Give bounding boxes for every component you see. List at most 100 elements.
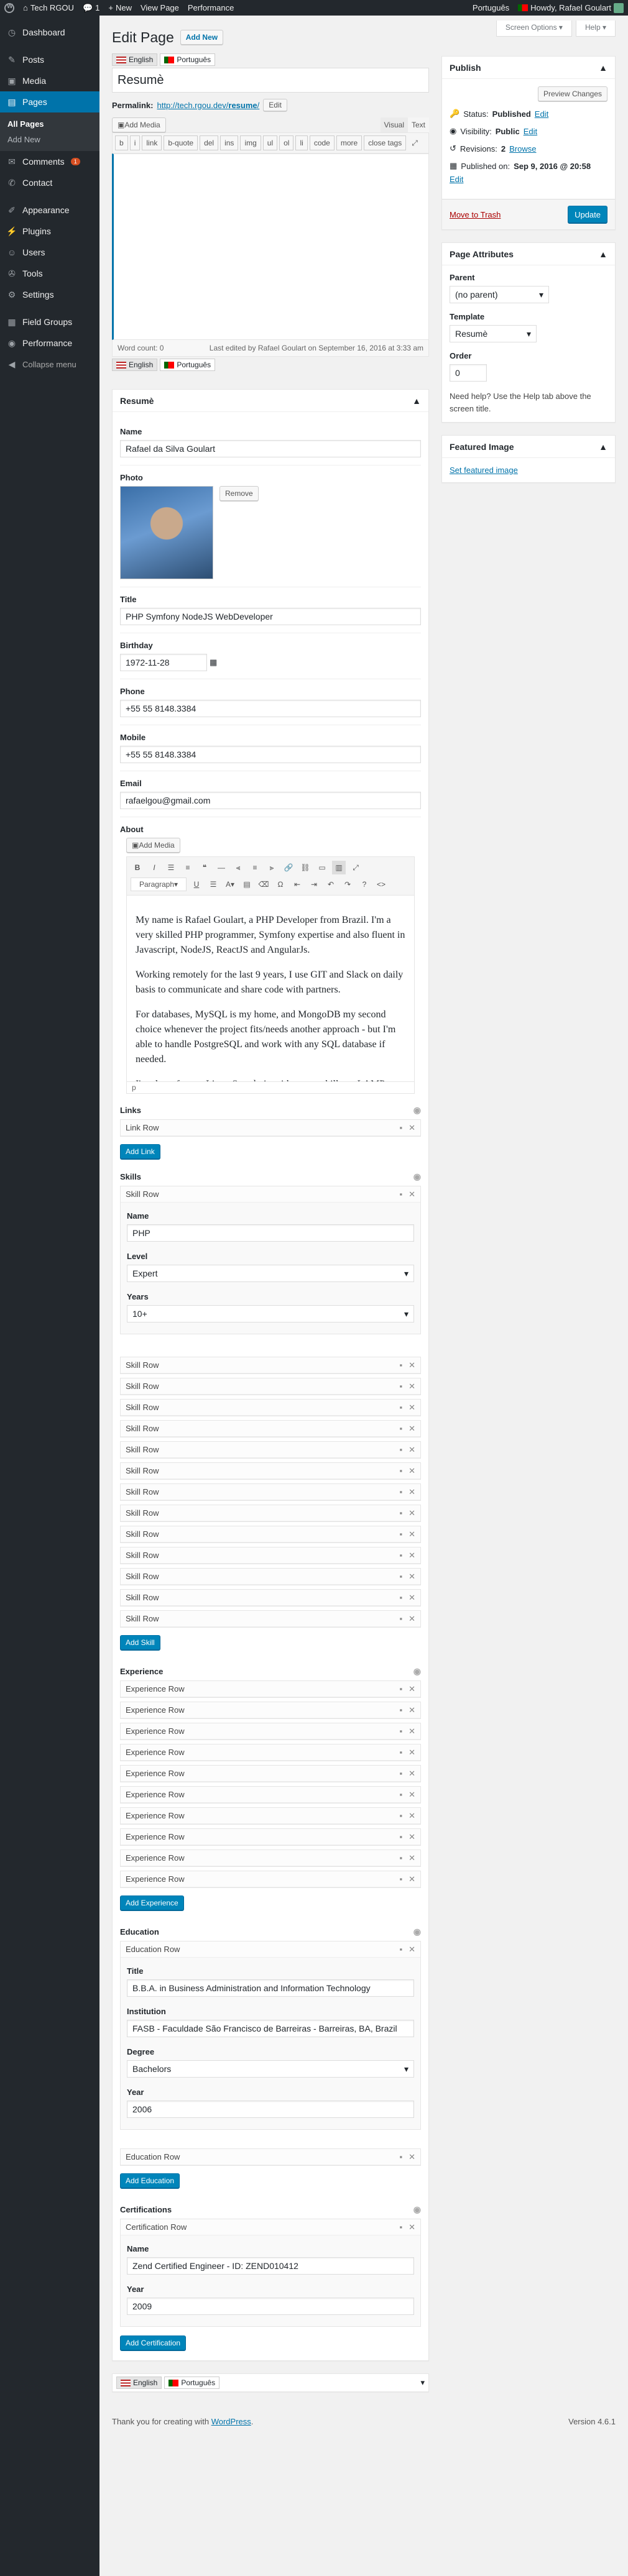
collapse-icon[interactable]: ▪ — [399, 1945, 402, 1955]
close-icon[interactable]: ✕ — [409, 1726, 415, 1736]
quicktag-button[interactable]: code — [309, 135, 335, 150]
close-icon[interactable]: ✕ — [409, 1403, 415, 1413]
quicktag-button[interactable]: link — [142, 135, 162, 150]
collapse-icon[interactable]: ▪ — [399, 1466, 402, 1476]
row-title[interactable]: Skill Row — [126, 1529, 159, 1539]
text-color-icon[interactable]: A▾ — [223, 878, 237, 891]
undo-icon[interactable]: ↶ — [324, 878, 338, 891]
italic-icon[interactable]: I — [147, 861, 161, 874]
set-featured-image-link[interactable]: Set featured image — [450, 465, 518, 475]
close-icon[interactable]: ✕ — [409, 1466, 415, 1476]
certification-name-field[interactable]: Zend Certified Engineer - ID: ZEND010412 — [127, 2257, 414, 2275]
comments-link[interactable]: 💬 1 — [78, 0, 104, 16]
collapse-icon[interactable]: ▪ — [399, 1403, 402, 1413]
wordpress-link[interactable]: WordPress — [211, 2417, 251, 2426]
row-title[interactable]: Skill Row — [126, 1382, 159, 1391]
align-right-icon[interactable]: ⫸ — [265, 861, 279, 874]
about-editor[interactable]: My name is Rafael Goulart, a PHP Develop… — [126, 896, 415, 1082]
collapse-icon[interactable]: ▪ — [399, 1811, 402, 1821]
education-year-field[interactable]: 2006 — [127, 2101, 414, 2118]
collapse-icon[interactable]: ▪ — [399, 1874, 402, 1884]
indent-icon[interactable]: ⇥ — [307, 878, 321, 891]
close-icon[interactable]: ✕ — [409, 1593, 415, 1603]
row-title[interactable]: Skill Row — [126, 1614, 159, 1623]
collapse-icon[interactable]: ▪ — [399, 1790, 402, 1800]
birthday-field[interactable]: 1972-11-28 — [120, 654, 207, 671]
lang-tab-portugues[interactable]: Português — [164, 2377, 220, 2389]
row-title[interactable]: Experience Row — [126, 1748, 185, 1757]
row-title[interactable]: Experience Row — [126, 1853, 185, 1863]
horizontal-rule-icon[interactable]: — — [215, 861, 228, 874]
align-left-icon[interactable]: ⫷ — [231, 861, 245, 874]
row-title[interactable]: Experience Row — [126, 1705, 185, 1715]
clear-format-icon[interactable]: ⌫ — [257, 878, 270, 891]
fullscreen-icon[interactable]: ⤢ — [349, 861, 362, 874]
my-account-menu[interactable]: Howdy, Rafael Goulart — [514, 0, 628, 16]
add-link-button[interactable]: Add Link — [120, 1144, 160, 1159]
bold-icon[interactable]: B — [131, 861, 144, 874]
preview-changes-button[interactable]: Preview Changes — [537, 86, 607, 101]
row-title[interactable]: Experience Row — [126, 1684, 185, 1694]
close-icon[interactable]: ✕ — [409, 1189, 415, 1199]
row-title[interactable]: Skill Row — [126, 1445, 159, 1454]
quicktag-button[interactable]: ins — [220, 135, 239, 150]
row-title[interactable]: Skill Row — [126, 1403, 159, 1412]
edit-visibility-link[interactable]: Edit — [524, 127, 537, 136]
add-experience-button[interactable]: Add Experience — [120, 1895, 184, 1910]
add-media-button[interactable]: ▣ Add Media — [126, 838, 180, 853]
close-icon[interactable]: ✕ — [409, 1874, 415, 1884]
row-title[interactable]: Skill Row — [126, 1487, 159, 1497]
order-field[interactable]: 0 — [450, 364, 487, 382]
close-icon[interactable]: ✕ — [409, 1705, 415, 1715]
eye-icon[interactable]: ◉ — [413, 1927, 421, 1937]
collapse-arrow-icon[interactable]: ▲ — [599, 442, 607, 452]
row-title[interactable]: Skill Row — [126, 1424, 159, 1433]
close-icon[interactable]: ✕ — [409, 1487, 415, 1497]
close-icon[interactable]: ✕ — [409, 1529, 415, 1539]
collapse-icon[interactable]: ▪ — [399, 2152, 402, 2162]
bullet-list-icon[interactable]: ☰ — [164, 861, 178, 874]
education-institution-field[interactable]: FASB - Faculdade São Francisco de Barrei… — [127, 2020, 414, 2037]
lang-tab-portugues[interactable]: Português — [160, 359, 216, 371]
row-title[interactable]: Certification Row — [126, 2222, 187, 2232]
menu-dashboard[interactable]: ◷ Dashboard — [0, 22, 99, 43]
submenu-all-pages[interactable]: All Pages — [0, 116, 99, 132]
menu-appearance[interactable]: ✐ Appearance — [0, 199, 99, 221]
menu-tools[interactable]: ✇ Tools — [0, 263, 99, 284]
collapse-menu[interactable]: ◀ Collapse menu — [0, 354, 99, 375]
collapse-icon[interactable]: ▪ — [399, 1705, 402, 1715]
row-title[interactable]: Education Row — [126, 1945, 180, 1954]
title-field[interactable]: PHP Symfony NodeJS WebDeveloper — [120, 608, 421, 625]
quicktag-button[interactable]: ul — [262, 135, 278, 150]
close-icon[interactable]: ✕ — [409, 1832, 415, 1842]
more-tag-icon[interactable]: ▭ — [315, 861, 329, 874]
screen-options-toggle[interactable]: Screen Options ▾ — [496, 21, 572, 37]
menu-comments[interactable]: ✉ Comments 1 — [0, 151, 99, 172]
row-title[interactable]: Skill Row — [126, 1360, 159, 1370]
collapse-icon[interactable]: ▪ — [399, 1189, 402, 1199]
close-icon[interactable]: ✕ — [409, 1790, 415, 1800]
collapse-arrow-icon[interactable]: ▲ — [599, 249, 607, 259]
row-title[interactable]: Experience Row — [126, 1726, 185, 1736]
add-skill-button[interactable]: Add Skill — [120, 1635, 160, 1650]
row-title[interactable]: Skill Row — [126, 1508, 159, 1518]
collapse-icon[interactable]: ▪ — [399, 1572, 402, 1582]
eye-icon[interactable]: ◉ — [413, 2204, 421, 2215]
quicktag-button[interactable]: i — [129, 135, 141, 150]
collapse-icon[interactable]: ▪ — [399, 2222, 402, 2232]
close-icon[interactable]: ✕ — [409, 2222, 415, 2232]
toolbar-toggle-icon[interactable]: ▥ — [332, 861, 346, 874]
quicktag-button[interactable]: close tags — [364, 135, 407, 150]
eye-icon[interactable]: ◉ — [413, 1666, 421, 1677]
redo-icon[interactable]: ↷ — [341, 878, 354, 891]
collapse-icon[interactable]: ▪ — [399, 1529, 402, 1539]
collapse-arrow-icon[interactable]: ▾ — [420, 2378, 425, 2388]
collapse-arrow-icon[interactable]: ▲ — [599, 63, 607, 73]
quicktag-button[interactable]: li — [295, 135, 308, 150]
education-degree-select[interactable]: Bachelors ▾ — [127, 2060, 414, 2078]
menu-users[interactable]: ☺ Users — [0, 242, 99, 263]
close-icon[interactable]: ✕ — [409, 1811, 415, 1821]
close-icon[interactable]: ✕ — [409, 1382, 415, 1391]
eye-icon[interactable]: ◉ — [413, 1171, 421, 1182]
row-title[interactable]: Skill Row — [126, 1189, 159, 1199]
